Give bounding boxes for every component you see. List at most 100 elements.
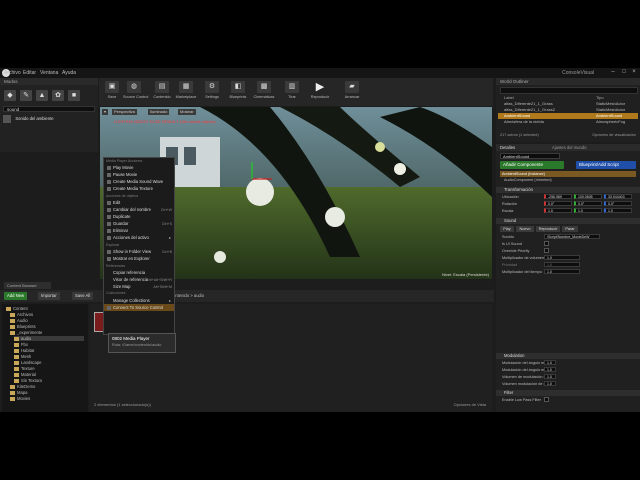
menu-item-rename[interactable]: Cambiar del nombre (113, 207, 151, 212)
override-priority-checkbox[interactable] (544, 248, 549, 253)
save-button[interactable]: ▣ Save (101, 81, 123, 103)
tree-item[interactable]: Archivos (10, 312, 33, 317)
menu-item-edit[interactable]: Edit (113, 200, 120, 205)
tree-item-selected[interactable]: audio (14, 336, 84, 341)
marketplace-button[interactable]: ▦ Marketplace (175, 81, 197, 103)
lit-button[interactable]: Iluminado (148, 109, 170, 115)
tree-item[interactable]: Content (6, 306, 28, 311)
rotation-x-field[interactable]: 0.0° (544, 201, 572, 206)
add-new-button[interactable]: Add New (4, 292, 27, 300)
location-y-field[interactable]: 100.0605 (574, 194, 602, 199)
cinematics-button[interactable]: ▩ Cinemáticas (253, 81, 275, 103)
content-browser-tab[interactable]: Content Browser (4, 282, 51, 289)
rotation-y-field[interactable]: 0.0° (574, 201, 602, 206)
tree-item[interactable]: Blueprints (10, 324, 36, 329)
tree-item[interactable]: Mesh (14, 354, 31, 359)
menu-ventana[interactable]: Ventana (40, 70, 58, 76)
settings-button[interactable]: ⚙ Settings (201, 81, 223, 103)
column-label-header[interactable]: Label (504, 95, 514, 100)
tree-item[interactable]: Mapa (10, 390, 27, 395)
blueprints-button[interactable]: ◧ Blueprints (227, 81, 249, 103)
close-icon[interactable]: × (629, 69, 639, 77)
pitch-min-field[interactable]: 1.0 (544, 360, 556, 365)
audio-component-row[interactable]: AudioComponent (Inherited) (504, 178, 552, 182)
menu-item-play-movie[interactable]: Play Movie (113, 165, 133, 170)
menu-item-show-folder[interactable]: Show in Folder View (113, 249, 151, 254)
menu-archivo[interactable]: Archivo (4, 70, 21, 76)
menu-item-create-sound-wave[interactable]: Create Media Sound Wave (113, 179, 163, 184)
tree-item[interactable]: Movies (10, 396, 30, 401)
volume-field[interactable]: 1.0 (544, 255, 580, 260)
tree-item[interactable]: Landscape (14, 360, 42, 365)
add-component-button[interactable]: Añadir Componente (500, 161, 564, 169)
details-tab[interactable]: Detalles (500, 145, 515, 150)
volume-min-field[interactable]: 1.0 (544, 374, 556, 379)
menu-item-manage-collections[interactable]: Manage Collections (113, 298, 150, 303)
sound-section[interactable]: Sound (496, 218, 640, 224)
is-ui-sound-checkbox[interactable] (544, 241, 549, 246)
outliner-view-options[interactable]: Opciones de visualización (592, 133, 636, 137)
source-control-button[interactable]: ◍ Source Control (123, 81, 148, 103)
outliner-search-input[interactable] (500, 87, 638, 94)
ambient-sound-item[interactable]: Sonido del ambiente (3, 115, 95, 127)
outliner-row[interactable]: Atmósfera de la niebla AtmosphericFog (498, 119, 638, 125)
sound-reproduce-button[interactable]: Reproducir (536, 226, 560, 232)
menu-item-delete[interactable]: Eliminar (113, 228, 128, 233)
transform-section[interactable]: Transformación (496, 187, 640, 193)
sound-stop-button[interactable]: Parar (562, 226, 578, 232)
landscape-mode-icon[interactable]: ▲ (36, 90, 48, 101)
tree-item[interactable]: Texture (14, 366, 35, 371)
scale-y-field[interactable]: 1.0 (574, 208, 602, 213)
menu-editar[interactable]: Editar (23, 70, 36, 76)
low-pass-checkbox[interactable] (544, 397, 549, 402)
menu-item-size-map[interactable]: Size Map (113, 284, 130, 289)
sound-play-button[interactable]: Play (500, 226, 514, 232)
modulation-section[interactable]: Modulation (496, 353, 640, 359)
modes-tab[interactable]: Modos (0, 78, 98, 85)
build-button[interactable]: ▥ Tirar (281, 81, 303, 103)
sound-asset-field[interactable]: /Script/Nombre_MovieDeW (544, 234, 600, 239)
outliner-tab[interactable]: World Outliner (496, 78, 640, 85)
blueprint-script-button[interactable]: Blueprint/Add Script (576, 161, 636, 169)
menu-item-show-explorer[interactable]: Mostrar en Explorer (113, 256, 150, 261)
import-button[interactable]: Importar (38, 292, 60, 300)
content-button[interactable]: ▤ Contenido (151, 81, 173, 103)
menu-item-connect-source-control[interactable]: Connect To Source Control (113, 305, 163, 310)
tree-item[interactable]: KiteDemo (10, 384, 35, 389)
scale-x-field[interactable]: 1.0 (544, 208, 572, 213)
scale-z-field[interactable]: 1.0 (604, 208, 632, 213)
foliage-mode-icon[interactable]: ✿ (52, 90, 64, 101)
world-settings-tab[interactable]: Ajustes del mundo (552, 145, 586, 150)
actor-name-field[interactable]: AmbientSound (500, 153, 560, 159)
instance-row[interactable]: AmbientSound (Instance) (500, 171, 636, 177)
show-button[interactable]: Mostrar (178, 109, 196, 115)
location-x-field[interactable]: -256.989 (544, 194, 572, 199)
priority-field[interactable]: 1.0 (544, 262, 580, 267)
menu-item-duplicate[interactable]: Duplicate (113, 214, 130, 219)
volume-max-field[interactable]: 1.0 (544, 381, 556, 386)
rotation-z-field[interactable]: 0.0° (604, 201, 632, 206)
tree-item[interactable]: Material (14, 372, 36, 377)
pitch-field[interactable]: 1.0 (544, 269, 580, 274)
sound-new-button[interactable]: Nuevo (516, 226, 534, 232)
modes-search-input[interactable]: sound (3, 106, 95, 112)
view-options-button[interactable]: Opciones de Vista (454, 402, 486, 407)
viewport-options-button[interactable]: ▾ (102, 109, 109, 115)
geometry-mode-icon[interactable]: ■ (68, 90, 80, 101)
menu-item-asset-actions[interactable]: Acciones del activo (113, 235, 149, 240)
play-button[interactable]: ▶ Reproducir (309, 81, 331, 103)
menu-ayuda[interactable]: Ayuda (62, 70, 76, 76)
place-mode-icon[interactable]: ◆ (4, 90, 16, 101)
menu-item-save[interactable]: Guardar (113, 221, 128, 226)
save-all-button[interactable]: Save All (72, 292, 94, 300)
location-z-field[interactable]: 33.044403 (604, 194, 632, 199)
tree-item[interactable]: Fbx (14, 342, 28, 347)
pitch-max-field[interactable]: 1.0 (544, 367, 556, 372)
menu-item-reference-viewer[interactable]: Visor de referencia (113, 277, 148, 282)
tree-item[interactable]: _experimente (10, 330, 42, 335)
perspective-button[interactable]: Perspectiva (112, 109, 137, 115)
tree-item[interactable]: Audio (10, 318, 28, 323)
menu-item-pause-movie[interactable]: Pause Movie (113, 172, 137, 177)
maximize-icon[interactable]: □ (619, 69, 629, 77)
tree-item[interactable]: Habitat (14, 348, 34, 353)
